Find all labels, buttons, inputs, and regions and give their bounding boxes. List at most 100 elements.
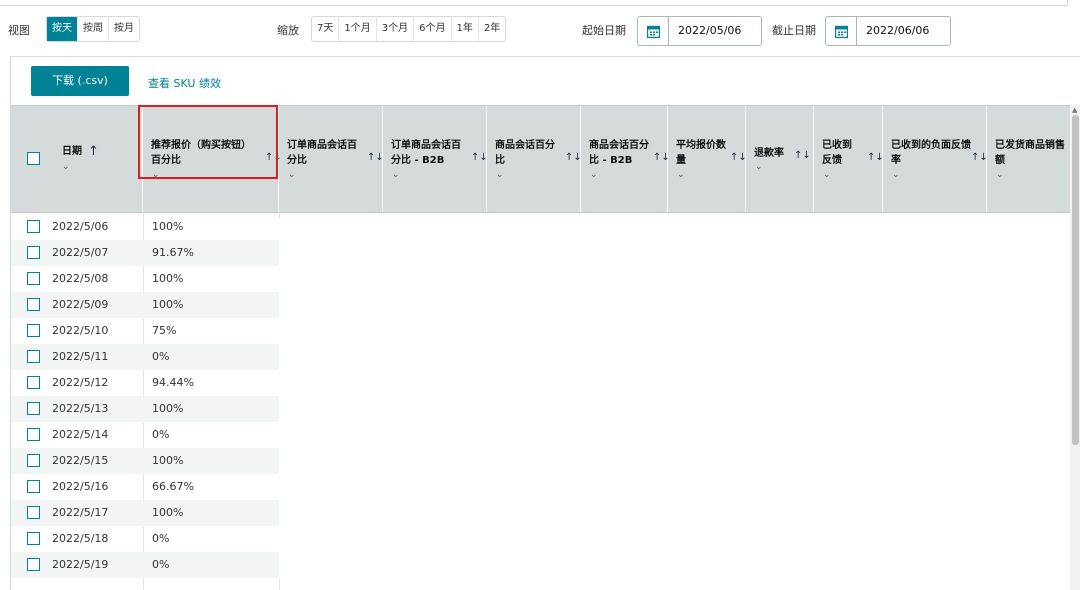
- chevron-down-icon[interactable]: ⌄: [996, 170, 1004, 180]
- cell-featured-offer-pct: 0%: [152, 350, 170, 363]
- column-title: 已发货商品销售额: [995, 140, 1065, 166]
- column-header-feedback-received[interactable]: 已收到反馈 ↑↓ ⌄: [814, 106, 884, 212]
- column-header-unit-session-pct[interactable]: 订单商品会话百分比 ↑↓ ⌄: [279, 106, 384, 212]
- row-checkbox[interactable]: [27, 220, 40, 233]
- row-checkbox[interactable]: [27, 454, 40, 467]
- cell-featured-offer-pct: 0%: [152, 532, 170, 545]
- row-checkbox[interactable]: [27, 402, 40, 415]
- table-row[interactable]: 2022/5/12 94.44%: [11, 370, 279, 396]
- scroll-up-arrow-icon[interactable]: ▲: [1072, 106, 1077, 114]
- chevron-down-icon[interactable]: ⌄: [823, 170, 831, 180]
- cell-featured-offer-pct: 91.67%: [152, 246, 194, 259]
- row-checkbox[interactable]: [27, 246, 40, 259]
- table-row[interactable]: 2022/5/08 100%: [11, 266, 279, 292]
- sort-icon[interactable]: ↑↓: [471, 152, 488, 163]
- view-sku-performance-link[interactable]: 查看 SKU 绩效: [148, 75, 221, 91]
- calendar-icon[interactable]: [637, 16, 669, 46]
- view-by-week-button[interactable]: 按周: [78, 17, 109, 41]
- cell-featured-offer-pct: 0%: [152, 428, 170, 441]
- scrollbar-thumb[interactable]: [1072, 115, 1079, 445]
- table-row[interactable]: 2022/5/09 100%: [11, 292, 279, 318]
- column-header-refund-rate[interactable]: 退款率 ↑↓ ⌄: [746, 106, 814, 212]
- row-checkbox[interactable]: [27, 532, 40, 545]
- column-header-unit-session-pct-b2b[interactable]: 订单商品会话百分比 - B2B ↑↓ ⌄: [383, 106, 488, 212]
- zoom-1-year-button[interactable]: 1年: [452, 17, 479, 41]
- table-row[interactable]: 2022/5/13 100%: [11, 396, 279, 422]
- column-title: 订单商品会话百分比 - B2B: [391, 140, 461, 166]
- table-row[interactable]: 2022/5/07 91.67%: [11, 240, 279, 266]
- row-checkbox[interactable]: [27, 428, 40, 441]
- table-row[interactable]: 2022/5/11 0%: [11, 344, 279, 370]
- zoom-7-days-button[interactable]: 7天: [312, 17, 340, 41]
- cell-featured-offer-pct: 100%: [152, 298, 184, 311]
- column-header-session-pct[interactable]: 商品会话百分比 ↑↓ ⌄: [487, 106, 582, 212]
- vertical-scrollbar[interactable]: ▲: [1070, 105, 1080, 590]
- table-row[interactable]: 2022/5/19 0%: [11, 552, 279, 578]
- column-title: 日期: [62, 146, 82, 157]
- chevron-down-icon[interactable]: ⌄: [288, 170, 296, 180]
- zoom-6-months-button[interactable]: 6个月: [414, 17, 452, 41]
- table-row[interactable]: 2022/5/10 75%: [11, 318, 279, 344]
- column-header-date[interactable]: 日期 ↑ ⌄: [53, 106, 143, 212]
- end-date-input[interactable]: 2022/06/06: [857, 16, 951, 46]
- row-checkbox[interactable]: [27, 558, 40, 571]
- chevron-down-icon[interactable]: ⌄: [62, 162, 70, 172]
- chevron-down-icon[interactable]: ⌄: [590, 170, 598, 180]
- chevron-down-icon[interactable]: ⌄: [496, 170, 504, 180]
- table-row[interactable]: 2022/5/14 0%: [11, 422, 279, 448]
- chevron-down-icon[interactable]: ⌄: [392, 170, 400, 180]
- table-row[interactable]: 2022/5/06 100%: [11, 214, 279, 240]
- row-checkbox[interactable]: [27, 376, 40, 389]
- calendar-icon[interactable]: [825, 16, 857, 46]
- row-checkbox[interactable]: [27, 480, 40, 493]
- column-title: 退款率: [754, 148, 784, 159]
- row-checkbox[interactable]: [27, 272, 40, 285]
- sort-ascending-icon[interactable]: ↑: [88, 144, 99, 159]
- column-title: 已收到反馈: [822, 140, 852, 166]
- cell-date: 2022/5/08: [52, 272, 109, 285]
- empty-columns-area: [279, 219, 1057, 579]
- sort-icon[interactable]: ↑↓: [971, 152, 988, 163]
- sort-icon[interactable]: ↑↓: [867, 152, 884, 163]
- column-title: 商品会话百分比 - B2B: [589, 140, 649, 166]
- zoom-2-years-button[interactable]: 2年: [479, 17, 505, 41]
- cell-date: 2022/5/15: [52, 454, 109, 467]
- chevron-down-icon[interactable]: ⌄: [677, 170, 685, 180]
- table-row[interactable]: 2022/5/16 66.67%: [11, 474, 279, 500]
- sort-icon[interactable]: ↑↓: [794, 150, 811, 161]
- report-toolbar: 视图 按天 按周 按月 缩放 7天 1个月 3个月 6个月 1年 2年 起始日期…: [0, 16, 1080, 46]
- zoom-1-month-button[interactable]: 1个月: [339, 17, 377, 41]
- row-checkbox[interactable]: [27, 506, 40, 519]
- chevron-down-icon[interactable]: ⌄: [755, 162, 763, 172]
- view-by-day-button[interactable]: 按天: [47, 17, 78, 41]
- table-row[interactable]: 2022/5/15 100%: [11, 448, 279, 474]
- cell-date: 2022/5/19: [52, 558, 109, 571]
- column-header-shipped-sales[interactable]: 已发货商品销售额 ⌄: [987, 106, 1071, 212]
- start-date-input[interactable]: 2022/05/06: [669, 16, 762, 46]
- cell-featured-offer-pct: 100%: [152, 506, 184, 519]
- select-all-checkbox[interactable]: [27, 152, 40, 165]
- column-header-avg-offer-count[interactable]: 平均报价数量 ↑↓ ⌄: [668, 106, 747, 212]
- cell-date: 2022/5/14: [52, 428, 109, 441]
- view-by-month-button[interactable]: 按月: [109, 17, 139, 41]
- sort-icon[interactable]: ↑↓: [565, 152, 582, 163]
- row-checkbox[interactable]: [27, 350, 40, 363]
- sort-icon[interactable]: ↑↓: [367, 152, 384, 163]
- column-header-session-pct-b2b[interactable]: 商品会话百分比 - B2B ↑↓ ⌄: [581, 106, 670, 212]
- row-checkbox[interactable]: [27, 324, 40, 337]
- sort-icon[interactable]: ↑↓: [730, 152, 747, 163]
- zoom-segmented-control: 7天 1个月 3个月 6个月 1年 2年: [311, 16, 507, 42]
- table-row[interactable]: 2022/5/18 0%: [11, 526, 279, 552]
- column-title: 已收到的负面反馈率: [891, 140, 971, 166]
- start-date-picker: 2022/05/06: [637, 16, 762, 46]
- report-panel: 下载 (.csv) 查看 SKU 绩效 日期 ↑ ⌄ 推荐报价（购买按钮）百分比…: [10, 56, 1080, 590]
- column-header-negative-feedback-rate[interactable]: 已收到的负面反馈率 ↑↓ ⌄: [883, 106, 988, 212]
- cell-featured-offer-pct: 100%: [152, 220, 184, 233]
- table-row[interactable]: 2022/5/17 100%: [11, 500, 279, 526]
- cell-featured-offer-pct: 100%: [152, 402, 184, 415]
- zoom-3-months-button[interactable]: 3个月: [377, 17, 415, 41]
- row-checkbox[interactable]: [27, 298, 40, 311]
- chevron-down-icon[interactable]: ⌄: [892, 170, 900, 180]
- download-csv-button[interactable]: 下载 (.csv): [31, 66, 129, 96]
- cell-featured-offer-pct: 100%: [152, 272, 184, 285]
